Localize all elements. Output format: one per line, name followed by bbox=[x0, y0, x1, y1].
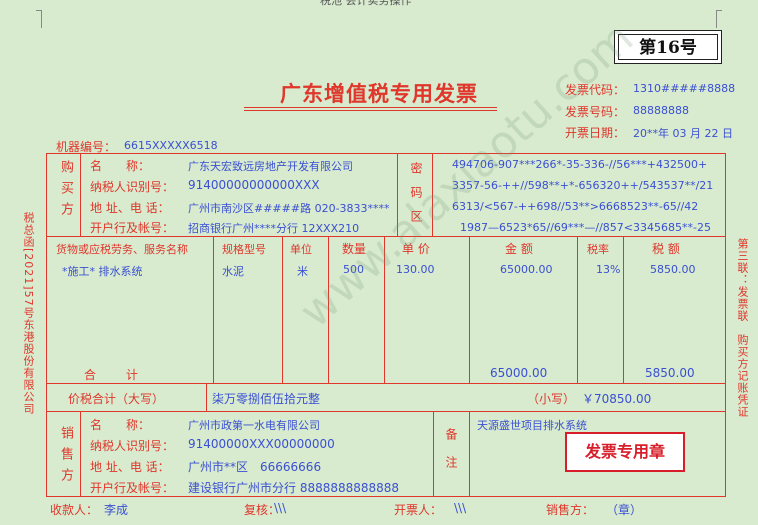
invoice-code: 1310#####8888 bbox=[633, 82, 736, 95]
seller-taxid-label: 纳税人识别号： bbox=[90, 439, 175, 453]
watermark: www.alaxiaotu.com bbox=[290, 12, 644, 338]
invoice-date-label: 开票日期： bbox=[565, 126, 626, 140]
seller-bank: 建设银行广州市分行 8888888888888 bbox=[188, 481, 400, 495]
col-divider bbox=[213, 236, 214, 384]
review: \\\ bbox=[274, 501, 287, 515]
item-tax: 5850.00 bbox=[650, 263, 696, 276]
seller-name: 广州市政第一水电有限公司 bbox=[188, 419, 320, 432]
item-unit: 米 bbox=[297, 265, 308, 278]
right-side-text: 第三联：发票联 购买方记账凭证 bbox=[736, 238, 749, 418]
grand-total-small: ￥70850.00 bbox=[582, 392, 652, 406]
frame-left bbox=[46, 153, 47, 497]
items-bottom-line bbox=[46, 383, 726, 384]
frame-top bbox=[46, 153, 726, 154]
item-amount: 65000.00 bbox=[500, 263, 553, 276]
header-fragment: 税池 会计实务操作 bbox=[320, 0, 412, 7]
totals-label: 合 计 bbox=[84, 368, 141, 382]
buyer-taxid-label: 纳税人识别号： bbox=[90, 180, 175, 194]
invoice-date: 20**年 03 月 22 日 bbox=[633, 127, 733, 140]
left-side-text: 税总函[2021]57号东港股份有限公司 bbox=[22, 212, 35, 415]
cipher-line: 6313/<567-++698//53**>6668523**-65//42 bbox=[452, 200, 699, 213]
buyer-address-label: 地 址、电 话： bbox=[90, 201, 170, 215]
col-divider bbox=[282, 236, 283, 384]
col-header-amount: 金 额 bbox=[505, 242, 533, 256]
col-divider bbox=[623, 236, 624, 384]
item-spec: 水泥 bbox=[222, 265, 244, 278]
col-header-spec: 规格型号 bbox=[222, 243, 266, 256]
remarks-text: 天源盛世项目排水系统 bbox=[477, 419, 587, 432]
grand-total-label: 价税合计（大写） bbox=[68, 392, 165, 406]
buyer-taxid: 91400000000000XXX bbox=[188, 178, 320, 192]
remarks-left-divider bbox=[433, 411, 434, 497]
seller-label-divider bbox=[80, 411, 81, 497]
buyer-name: 广东天宏致远房地产开发有限公司 bbox=[188, 160, 353, 173]
frame-bottom bbox=[46, 496, 726, 497]
frame-right bbox=[725, 153, 726, 497]
payee-label: 收款人： bbox=[50, 503, 99, 517]
col-divider bbox=[469, 236, 470, 384]
seller-section-label: 销售方 bbox=[58, 426, 73, 489]
col-header-tax: 税 额 bbox=[652, 242, 680, 256]
col-divider bbox=[577, 236, 578, 384]
total-divider bbox=[206, 383, 207, 412]
issuer: \\\ bbox=[454, 501, 467, 515]
col-header-name: 货物或应税劳务、服务名称 bbox=[56, 243, 188, 256]
invoice-number: 88888888 bbox=[633, 104, 689, 117]
col-header-rate: 税率 bbox=[587, 243, 609, 256]
title-underline bbox=[244, 107, 497, 108]
cipher-line: 1987—6523*65//69***—//857<3345685**-25 bbox=[460, 221, 711, 234]
item-name: *施工* 排水系统 bbox=[62, 265, 143, 278]
total-bottom-line bbox=[46, 411, 726, 412]
totals-tax: 5850.00 bbox=[645, 366, 695, 380]
buyer-label-divider bbox=[80, 153, 81, 237]
buyer-name-label: 名 称： bbox=[90, 159, 151, 173]
seller-address: 广州市**区 66666666 bbox=[188, 460, 322, 474]
buyer-address: 广州市南沙区#####路 020-3833**** bbox=[188, 202, 390, 215]
remarks-label-divider bbox=[469, 411, 470, 497]
title-underline bbox=[244, 110, 497, 111]
buyer-bank: 招商银行广州****分行 12XXX210 bbox=[188, 222, 360, 235]
seller-sign-label: 销售方： bbox=[546, 503, 595, 517]
crop-mark bbox=[716, 10, 717, 28]
issuer-label: 开票人： bbox=[394, 503, 443, 517]
item-rate: 13% bbox=[596, 263, 621, 276]
grand-total-small-label: （小写） bbox=[527, 392, 576, 406]
totals-amount: 65000.00 bbox=[490, 366, 548, 380]
seller-name-label: 名 称： bbox=[90, 418, 151, 432]
invoice-stamp: 发票专用章 bbox=[565, 432, 685, 472]
col-header-unit: 单位 bbox=[290, 243, 312, 256]
remarks-label: 备注 bbox=[444, 428, 458, 484]
payee: 李成 bbox=[104, 503, 129, 517]
machine-number: 6615XXXXX6518 bbox=[124, 139, 218, 152]
seller-address-label: 地 址、电 话： bbox=[90, 460, 170, 474]
grand-total-upper: 柒万零捌佰伍拾元整 bbox=[212, 392, 321, 406]
seller-sign: （章） bbox=[606, 503, 643, 517]
seller-taxid: 91400000XXX00000000 bbox=[188, 437, 335, 451]
buyer-bank-label: 开户行及帐号： bbox=[90, 221, 175, 235]
seller-bank-label: 开户行及帐号： bbox=[90, 481, 175, 495]
crop-mark bbox=[41, 10, 42, 28]
buyer-section-label: 购买方 bbox=[58, 160, 73, 223]
